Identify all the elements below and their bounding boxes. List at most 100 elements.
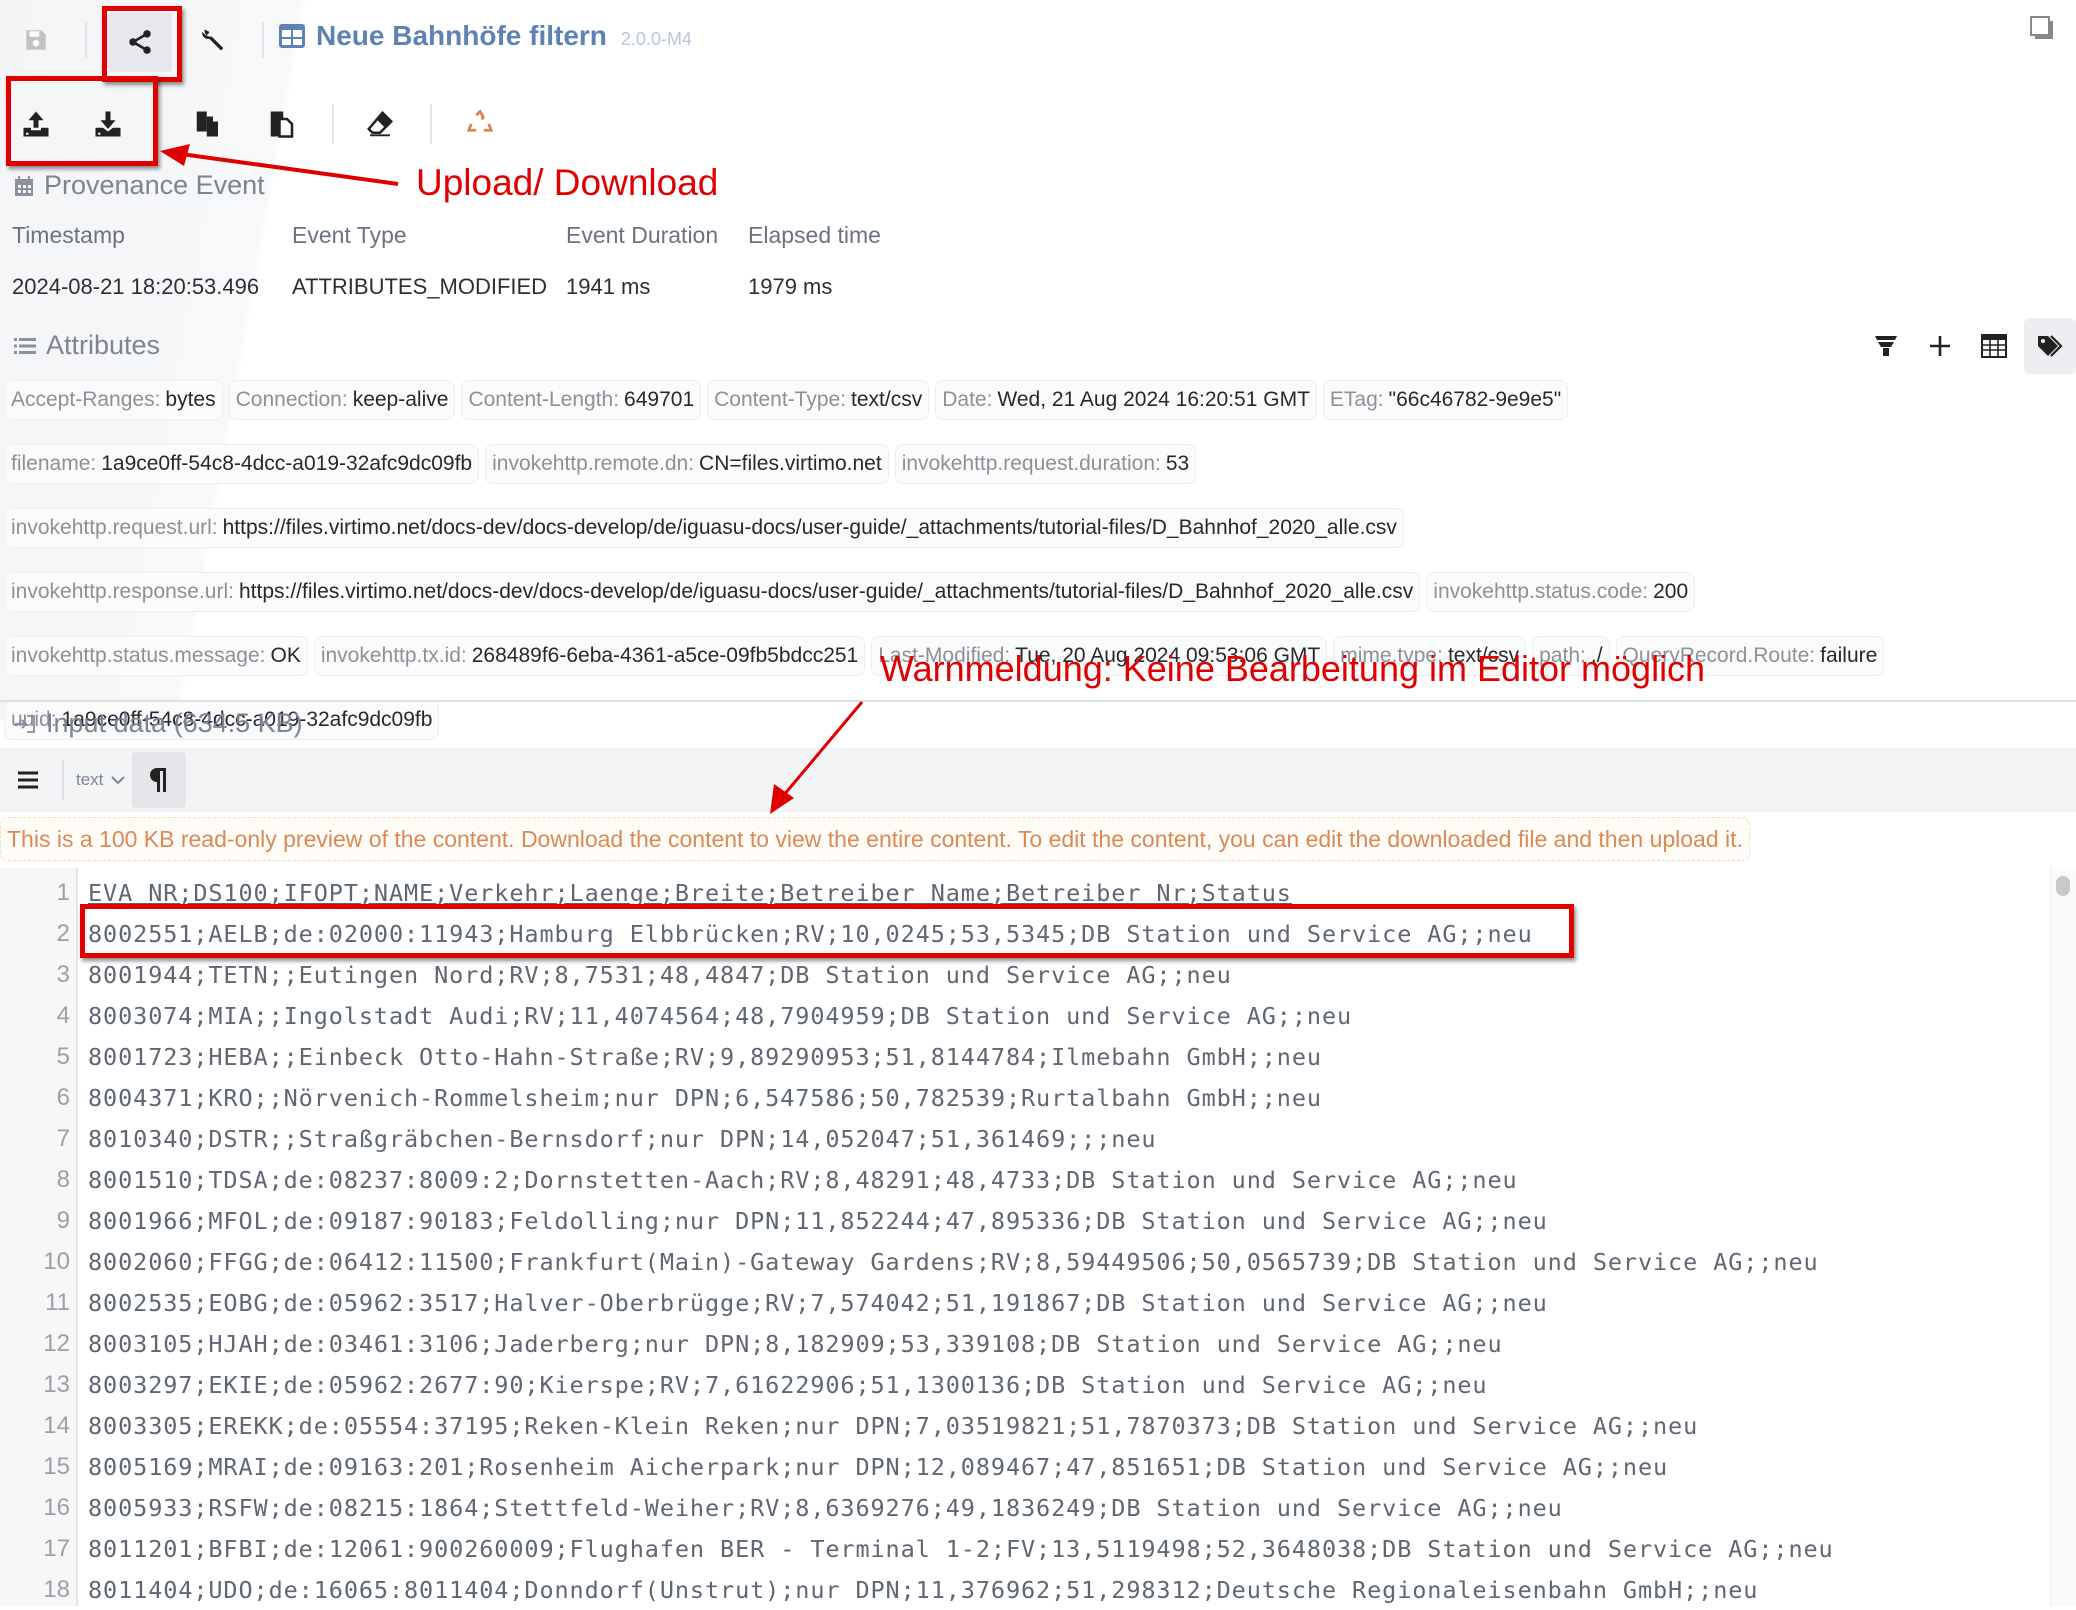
code-line: 7 8010340;DSTR;;Straßgräbchen-Bernsdorf;n… [0, 1118, 1156, 1159]
attribute-value: 200 [1653, 580, 1689, 603]
separator [332, 104, 334, 144]
copy-icon [196, 111, 218, 137]
event-duration-value: 1941 ms [566, 274, 651, 299]
code-line: 17 8011201;BFBI;de:12061:900260009;Flugha… [0, 1528, 1832, 1569]
attribute-chip[interactable]: invokehttp.request.duration: 53 [894, 444, 1197, 484]
attribute-chip[interactable]: invokehttp.remote.dn: CN=files.virtimo.ne… [485, 444, 889, 484]
attribute-value: keep-alive [352, 388, 449, 411]
editor-toolbar: text [0, 748, 2076, 812]
attributes-heading: Attributes [14, 330, 160, 361]
attribute-chip[interactable]: filename: 1a9ce0ff-54c8-4dcc-a019-32afc9d… [4, 444, 480, 484]
attribute-value: OK [270, 644, 301, 667]
attribute-chip[interactable]: Date: Wed, 21 Aug 2024 16:20:51 GMT [935, 380, 1317, 420]
flow-name: Neue Bahnhöfe filtern [316, 20, 607, 51]
window-toggle-button[interactable] [2014, 0, 2070, 56]
scrollbar-thumb[interactable] [2056, 876, 2070, 896]
timestamp-value: 2024-08-21 18:20:53.496 [12, 274, 260, 299]
attribute-chip[interactable]: Connection: keep-alive [228, 380, 456, 420]
annotation-warning-note: Warnmeldung: Keine Bearbeitung im Editor… [880, 648, 1706, 689]
attribute-key: invokehttp.request.duration: [901, 452, 1161, 475]
line-number: 11 [45, 1288, 70, 1316]
code-text: 8004371;KRO;;Nörvenich-Rommelsheim;nur D… [88, 1083, 1322, 1112]
filter-icon [1875, 336, 1897, 356]
attribute-key: Date: [942, 388, 993, 411]
code-text: 8005933;RSFW;de:08215:1864;Stettfeld-Wei… [88, 1493, 1563, 1522]
annotation-box-share [102, 6, 182, 82]
mode-select[interactable]: text [76, 764, 126, 796]
attribute-chip[interactable]: invokehttp.tx.id: 268489f6-6eba-4361-a5ce… [313, 636, 866, 676]
attribute-value: https://files.virtimo.net/docs-dev/docs-… [222, 516, 1397, 539]
separator [62, 760, 64, 800]
attribute-value: CN=files.virtimo.net [699, 452, 882, 475]
line-number: 18 [43, 1575, 70, 1603]
attribute-value: 268489f6-6eba-4361-a5ce-09fb5bdcc251 [471, 644, 859, 667]
code-editor[interactable]: 1 EVA_NR;DS100;IFOPT;NAME;Verkehr;Laenge;… [0, 868, 2076, 1606]
tag-view-button[interactable] [2024, 318, 2076, 374]
attribute-value: https://files.virtimo.net/docs-dev/docs-… [238, 580, 1414, 603]
code-line: 2 8002551;AELB;de:02000:11943;Hamburg Elb… [0, 913, 1532, 954]
hamburger-menu-icon [18, 771, 38, 789]
calendar-icon [15, 175, 33, 196]
attribute-chip[interactable]: Accept-Ranges: bytes [4, 380, 223, 420]
attribute-value: Wed, 21 Aug 2024 16:20:51 GMT [997, 388, 1310, 411]
code-line: 18 8011404;UDO;de:16065:8011404;Donndorf(… [0, 1569, 1757, 1610]
editor-scrollbar[interactable] [2050, 868, 2076, 1606]
code-line: 15 8005169;MRAI;de:09163:201;Rosenheim Ai… [0, 1446, 1667, 1487]
line-number: 16 [43, 1493, 70, 1521]
attribute-chip[interactable]: invokehttp.status.code: 200 [1426, 572, 1696, 612]
attribute-chip[interactable]: invokehttp.status.message: OK [4, 636, 308, 676]
separator [430, 104, 432, 144]
add-icon [1930, 336, 1950, 356]
timestamp-label: Timestamp [12, 222, 125, 248]
wrench-icon [202, 29, 224, 51]
code-text: EVA_NR;DS100;IFOPT;NAME;Verkehr;Laenge;B… [88, 878, 1292, 907]
line-number: 4 [56, 1001, 70, 1029]
line-number: 15 [43, 1452, 70, 1480]
pilcrow-icon [150, 768, 166, 792]
attribute-chip[interactable]: ETag: "66c46782-9e9e5" [1322, 380, 1569, 420]
code-line: 1 EVA_NR;DS100;IFOPT;NAME;Verkehr;Laenge;… [0, 872, 1291, 913]
code-text: 8003305;EREKK;de:05554:37195;Reken-Klein… [88, 1411, 1699, 1440]
attributes-title: Attributes [46, 330, 161, 360]
line-number: 8 [56, 1165, 70, 1193]
attribute-chip[interactable]: invokehttp.response.url: https://files.vi… [4, 572, 1421, 612]
line-number: 13 [43, 1370, 70, 1398]
attribute-key: Connection: [235, 388, 348, 411]
table-view-button[interactable] [1966, 318, 2022, 374]
attribute-value: failure [1820, 644, 1878, 667]
annotation-arrow-warning [770, 701, 864, 814]
attribute-chip[interactable]: Content-Length: 649701 [461, 380, 702, 420]
attribute-chip[interactable]: Content-Type: text/csv [707, 380, 930, 420]
editor-menu-button[interactable] [0, 752, 56, 808]
code-line: 8 8001510;TDSA;de:08237:8009:2;Dornstette… [0, 1159, 1517, 1200]
elapsed-time-label: Elapsed time [748, 222, 881, 248]
attribute-key: invokehttp.status.code: [1433, 580, 1649, 603]
mode-select-value: text [76, 770, 104, 789]
code-line: 9 8001966;MFOL;de:09187:90183;Feldolling;… [0, 1200, 1547, 1241]
settings-button[interactable] [186, 12, 242, 68]
chevron-down-icon [111, 776, 126, 785]
line-number: 3 [56, 960, 70, 988]
read-only-warning: This is a 100 KB read-only preview of th… [0, 817, 1750, 861]
code-text: 8001723;HEBA;;Einbeck Otto-Hahn-Straße;R… [88, 1042, 1322, 1071]
elapsed-time-value: 1979 ms [748, 274, 833, 299]
attribute-chip[interactable]: invokehttp.request.url: https://files.vir… [4, 508, 1404, 548]
code-line: 3 8001944;TETN;;Eutingen Nord;RV;8,7531;4… [0, 954, 1231, 995]
add-attribute-button[interactable] [1912, 318, 1968, 374]
attribute-key: invokehttp.remote.dn: [492, 452, 695, 475]
show-whitespace-toggle[interactable] [132, 752, 186, 808]
filter-attributes-button[interactable] [1858, 318, 1914, 374]
code-line: 4 8003074;MIA;;Ingolstadt Audi;RV;11,4074… [0, 995, 1352, 1036]
code-text: 8002060;FFGG;de:06412:11500;Frankfurt(Ma… [88, 1247, 1819, 1276]
event-duration-label: Event Duration [566, 222, 719, 248]
attribute-value: "66c46782-9e9e5" [1388, 388, 1562, 411]
replay-button[interactable] [452, 96, 508, 152]
line-number: 14 [43, 1411, 70, 1439]
tags-icon [2038, 335, 2063, 357]
code-text: 8010340;DSTR;;Straßgräbchen-Bernsdorf;nu… [88, 1124, 1157, 1153]
separator [262, 22, 264, 58]
save-button[interactable] [8, 12, 64, 68]
paste-icon [270, 111, 294, 138]
code-line: 10 8002060;FFGG;de:06412:11500;Frankfurt(… [0, 1241, 1817, 1282]
code-line: 14 8003305;EREKK;de:05554:37195;Reken-Kle… [0, 1405, 1697, 1446]
